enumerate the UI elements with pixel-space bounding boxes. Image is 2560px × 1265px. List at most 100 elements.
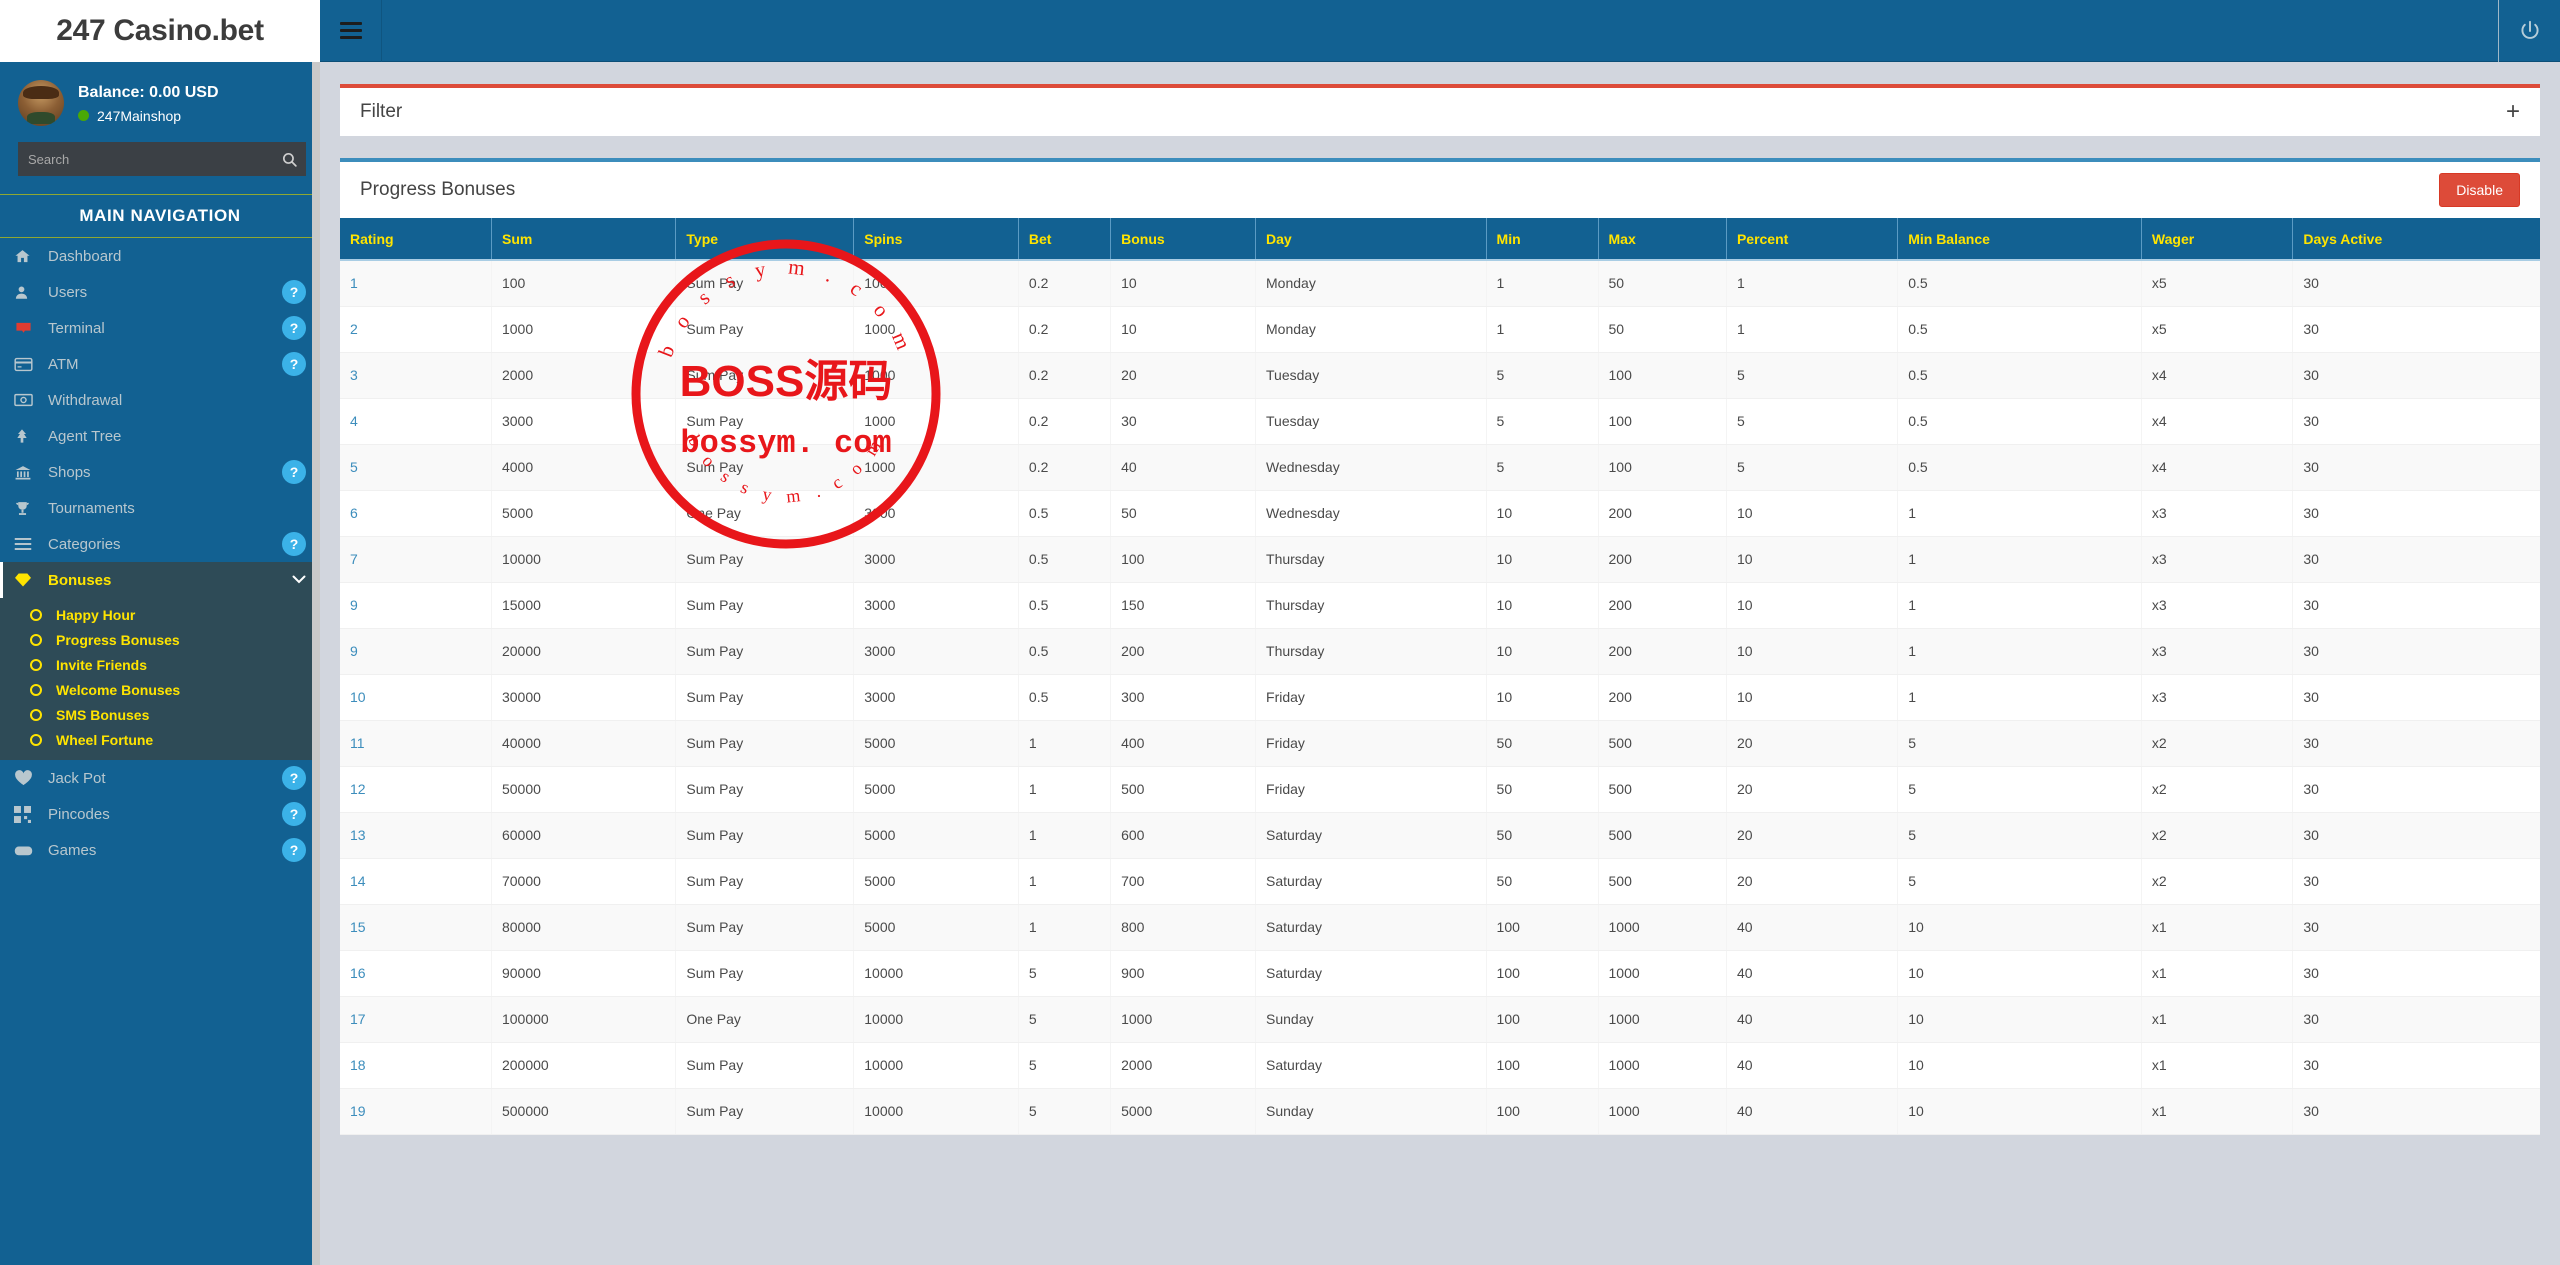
- cell-rating[interactable]: 18: [340, 1042, 492, 1089]
- cell-rating[interactable]: 9: [340, 582, 492, 629]
- cell-days-active: 30: [2292, 1042, 2540, 1089]
- column-header-wager[interactable]: Wager: [2141, 218, 2294, 261]
- table-row[interactable]: 6 5000 One Pay 3000 0.5 50 Wednesday 10 200 10 1 x3…: [340, 490, 2540, 537]
- cell-bet: 5: [1018, 1042, 1112, 1089]
- table-row[interactable]: 2 1000 Sum Pay 1000 0.2 10 Monday 1 50 1 0.5 x5 30: [340, 306, 2540, 353]
- column-header-spins[interactable]: Spins: [853, 218, 1019, 261]
- sidebar-item-games[interactable]: Games ?: [0, 832, 320, 868]
- sidebar-item-jack-pot[interactable]: Jack Pot ?: [0, 760, 320, 796]
- cell-rating[interactable]: 4: [340, 398, 492, 445]
- cell-rating[interactable]: 11: [340, 720, 492, 767]
- cell-rating[interactable]: 19: [340, 1088, 492, 1135]
- submenu-item-progress-bonuses[interactable]: Progress Bonuses: [0, 627, 320, 652]
- table-row[interactable]: 10 30000 Sum Pay 3000 0.5 300 Friday 10 200 10 1 x3…: [340, 674, 2540, 721]
- disable-button[interactable]: Disable: [2439, 173, 2520, 207]
- sidebar-item-dashboard[interactable]: Dashboard: [0, 238, 320, 274]
- table-row[interactable]: 17 100000 One Pay 10000 5 1000 Sunday 100 1000 40…: [340, 996, 2540, 1043]
- submenu-item-wheel-fortune[interactable]: Wheel Fortune: [0, 727, 320, 752]
- cell-spins: 10000: [853, 950, 1019, 997]
- chevron-down-icon[interactable]: [292, 573, 306, 587]
- cell-bonus: 20: [1110, 352, 1257, 399]
- plus-icon[interactable]: +: [2506, 100, 2520, 124]
- cell-spins: 3000: [853, 582, 1019, 629]
- sidebar-item-tournaments[interactable]: Tournaments: [0, 490, 320, 526]
- help-badge-pincodes[interactable]: ?: [282, 802, 306, 826]
- cell-rating[interactable]: 2: [340, 306, 492, 353]
- help-badge-shops[interactable]: ?: [282, 460, 306, 484]
- help-badge-jack-pot[interactable]: ?: [282, 766, 306, 790]
- column-header-max[interactable]: Max: [1598, 218, 1727, 261]
- table-row[interactable]: 16 90000 Sum Pay 10000 5 900 Saturday 100 1000 40…: [340, 950, 2540, 997]
- column-header-min[interactable]: Min: [1486, 218, 1599, 261]
- brand-logo[interactable]: 247 Casino.bet: [0, 0, 320, 62]
- submenu-item-invite-friends[interactable]: Invite Friends: [0, 652, 320, 677]
- cell-rating[interactable]: 10: [340, 674, 492, 721]
- table-row[interactable]: 11 40000 Sum Pay 5000 1 400 Friday 50 500 20 5 x2 30: [340, 720, 2540, 767]
- submenu-item-sms-bonuses[interactable]: SMS Bonuses: [0, 702, 320, 727]
- table-row[interactable]: 14 70000 Sum Pay 5000 1 700 Saturday 50 500 20 5 x2…: [340, 858, 2540, 905]
- sidebar-item-withdrawal[interactable]: Withdrawal: [0, 382, 320, 418]
- hamburger-icon[interactable]: [320, 0, 382, 62]
- filter-title: Filter: [360, 101, 403, 122]
- cell-rating[interactable]: 9: [340, 628, 492, 675]
- sidebar-item-terminal[interactable]: Terminal ?: [0, 310, 320, 346]
- sidebar-item-categories[interactable]: Categories ?: [0, 526, 320, 562]
- cell-min: 100: [1486, 950, 1599, 997]
- cell-min-balance: 1: [1897, 582, 2142, 629]
- circle-icon: [30, 708, 42, 721]
- table-row[interactable]: 19 500000 Sum Pay 10000 5 5000 Sunday 100 1000 40…: [340, 1088, 2540, 1135]
- qr-icon: [14, 805, 48, 823]
- cell-rating[interactable]: 12: [340, 766, 492, 813]
- sidebar-item-pincodes[interactable]: Pincodes ?: [0, 796, 320, 832]
- column-header-min-balance[interactable]: Min Balance: [1897, 218, 2142, 261]
- cell-rating[interactable]: 5: [340, 444, 492, 491]
- sidebar-item-agent-tree[interactable]: Agent Tree: [0, 418, 320, 454]
- cell-rating[interactable]: 7: [340, 536, 492, 583]
- table-row[interactable]: 4 3000 Sum Pay 1000 0.2 30 Tuesday 5 100 5 0.5 x4 30: [340, 398, 2540, 445]
- table-row[interactable]: 9 20000 Sum Pay 3000 0.5 200 Thursday 10 200 10 1 x…: [340, 628, 2540, 675]
- column-header-days-active[interactable]: Days Active: [2292, 218, 2540, 261]
- table-row[interactable]: 13 60000 Sum Pay 5000 1 600 Saturday 50 500 20 5 x2…: [340, 812, 2540, 859]
- sidebar-item-bonuses[interactable]: Bonuses: [0, 562, 320, 598]
- cell-rating[interactable]: 17: [340, 996, 492, 1043]
- search-icon[interactable]: [272, 142, 306, 176]
- submenu-item-welcome-bonuses[interactable]: Welcome Bonuses: [0, 677, 320, 702]
- table-row[interactable]: 5 4000 Sum Pay 1000 0.2 40 Wednesday 5 100 5 0.5 x4…: [340, 444, 2540, 491]
- cell-rating[interactable]: 1: [340, 260, 492, 307]
- column-header-type[interactable]: Type: [675, 218, 855, 261]
- table-row[interactable]: 15 80000 Sum Pay 5000 1 800 Saturday 100 1000 40 1…: [340, 904, 2540, 951]
- cell-rating[interactable]: 16: [340, 950, 492, 997]
- power-icon[interactable]: [2498, 0, 2560, 62]
- table-row[interactable]: 12 50000 Sum Pay 5000 1 500 Friday 50 500 20 5 x2 30: [340, 766, 2540, 813]
- help-badge-games[interactable]: ?: [282, 838, 306, 862]
- sidebar-item-shops[interactable]: Shops ?: [0, 454, 320, 490]
- help-badge-atm[interactable]: ?: [282, 352, 306, 376]
- table-row[interactable]: 18 200000 Sum Pay 10000 5 2000 Saturday 100 1000…: [340, 1042, 2540, 1089]
- sidebar-scrollbar[interactable]: [312, 62, 320, 1265]
- column-header-bonus[interactable]: Bonus: [1110, 218, 1257, 261]
- submenu-item-happy-hour[interactable]: Happy Hour: [0, 602, 320, 627]
- cell-rating[interactable]: 15: [340, 904, 492, 951]
- help-badge-categories[interactable]: ?: [282, 532, 306, 556]
- column-header-day[interactable]: Day: [1255, 218, 1487, 261]
- cell-bet: 0.2: [1018, 306, 1112, 353]
- cell-rating[interactable]: 13: [340, 812, 492, 859]
- cell-rating[interactable]: 3: [340, 352, 492, 399]
- help-badge-users[interactable]: ?: [282, 280, 306, 304]
- table-row[interactable]: 9 15000 Sum Pay 3000 0.5 150 Thursday 10 200 10 1 x…: [340, 582, 2540, 629]
- cell-rating[interactable]: 6: [340, 490, 492, 537]
- table-row[interactable]: 1 100 Sum Pay 100 0.2 10 Monday 1 50 1 0.5 x5 30: [340, 260, 2540, 307]
- column-header-percent[interactable]: Percent: [1726, 218, 1899, 261]
- column-header-rating[interactable]: Rating: [340, 218, 492, 261]
- help-badge-terminal[interactable]: ?: [282, 316, 306, 340]
- cell-rating[interactable]: 14: [340, 858, 492, 905]
- column-header-bet[interactable]: Bet: [1018, 218, 1112, 261]
- sidebar-item-atm[interactable]: ATM ?: [0, 346, 320, 382]
- table-row[interactable]: 7 10000 Sum Pay 3000 0.5 100 Thursday 10 200 10 1 x…: [340, 536, 2540, 583]
- search-input[interactable]: [18, 151, 272, 167]
- sidebar-item-users[interactable]: Users ?: [0, 274, 320, 310]
- table-row[interactable]: 3 2000 Sum Pay 1000 0.2 20 Tuesday 5 100 5 0.5 x4 30: [340, 352, 2540, 399]
- cell-min-balance: 10: [1897, 1088, 2142, 1135]
- column-header-sum[interactable]: Sum: [491, 218, 677, 261]
- cell-min-balance: 5: [1897, 720, 2142, 767]
